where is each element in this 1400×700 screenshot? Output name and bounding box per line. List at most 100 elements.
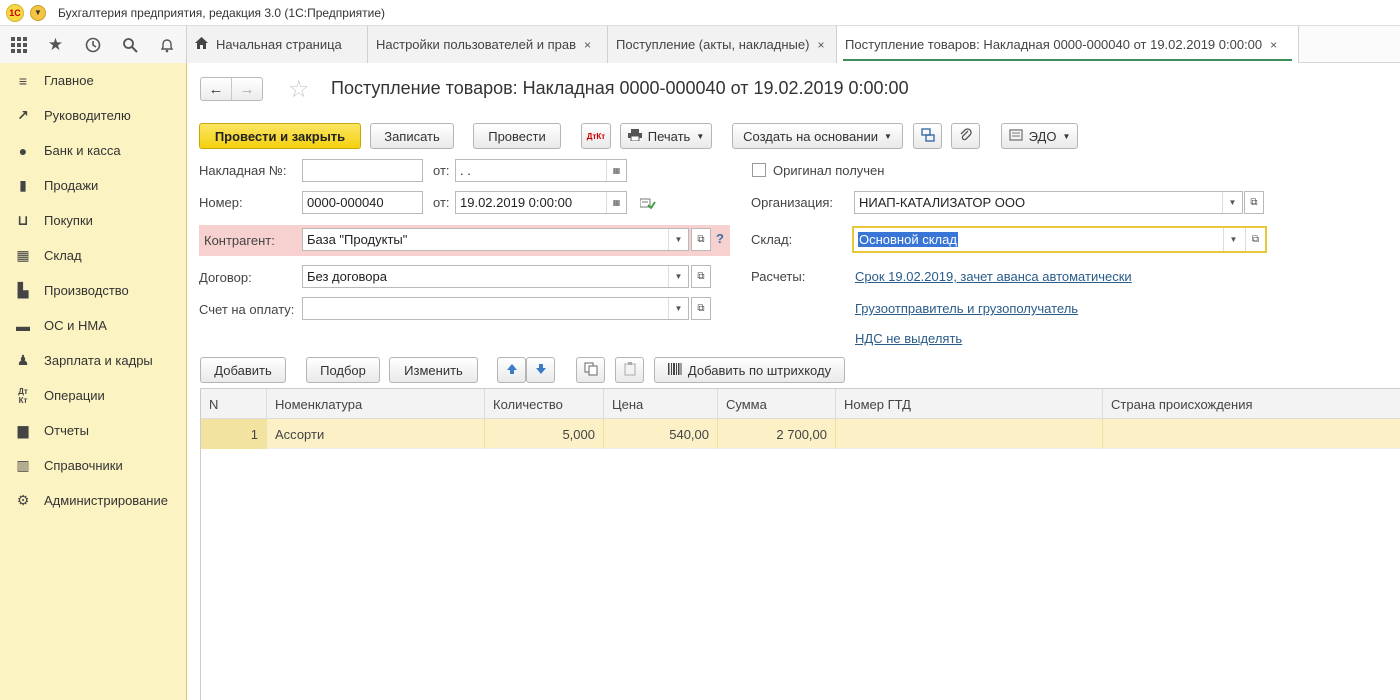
sections-sidebar: ≡ Главное ↗ Руководителю ● Банк и касса ▮ Пр… xyxy=(0,63,187,700)
cell-item[interactable]: Ассорти xyxy=(267,419,485,449)
dt-kt-icon: Дт Кт xyxy=(18,386,28,405)
1c-logo-icon[interactable]: 1С xyxy=(6,3,24,22)
shipper-consignee-link[interactable]: Грузоотправитель и грузополучатель xyxy=(855,301,1078,316)
attach-button[interactable] xyxy=(951,123,980,149)
sidebar-item-operations[interactable]: Дт Кт Операции xyxy=(0,378,186,413)
sidebar-item-admin[interactable]: ⚙ Администрирование xyxy=(0,483,186,518)
sidebar-item-warehouse[interactable]: ▦ Склад xyxy=(0,238,186,273)
chevron-down-icon[interactable]: ▼ xyxy=(668,229,688,250)
open-organization-button[interactable]: ⧉ xyxy=(1244,191,1264,214)
chevron-down-icon[interactable]: ▼ xyxy=(1222,192,1242,213)
structure-button[interactable] xyxy=(913,123,942,149)
move-up-button[interactable] xyxy=(497,357,526,383)
invoice-date-field[interactable]: . . ▦ xyxy=(455,159,627,182)
close-icon[interactable]: × xyxy=(817,38,824,52)
main-menu-icon[interactable]: ▼ xyxy=(30,4,46,21)
top-panel: ★ Начальная страница Настройки пользоват… xyxy=(0,26,1400,63)
column-header-quantity[interactable]: Количество xyxy=(485,389,604,419)
open-invoice-for-payment-button[interactable]: ⧉ xyxy=(691,297,711,320)
column-header-sum[interactable]: Сумма xyxy=(718,389,836,419)
history-icon[interactable] xyxy=(74,26,111,63)
column-header-country[interactable]: Страна происхождения xyxy=(1103,389,1400,419)
chevron-down-icon[interactable]: ▼ xyxy=(668,298,688,319)
close-icon[interactable]: × xyxy=(1270,38,1277,52)
table-row[interactable]: 1 Ассорти 5,000 540,00 2 700,00 xyxy=(201,419,1400,449)
number-field[interactable]: 0000-000040 xyxy=(302,191,423,214)
cell-price[interactable]: 540,00 xyxy=(604,419,718,449)
invoice-number-field[interactable] xyxy=(302,159,423,182)
warehouse-field[interactable]: Основной склад ▼ ⧉ xyxy=(852,226,1267,253)
sidebar-item-label: ОС и НМА xyxy=(44,318,107,333)
person-icon: ♟ xyxy=(16,352,30,368)
add-by-barcode-button[interactable]: Добавить по штрихкоду xyxy=(654,357,845,383)
chevron-down-icon[interactable]: ▼ xyxy=(1223,228,1243,251)
add-row-button[interactable]: Добавить xyxy=(200,357,286,383)
original-received-label: Оригинал получен xyxy=(773,163,885,178)
sidebar-item-reports[interactable]: ▆ Отчеты xyxy=(0,413,186,448)
sidebar-item-sales[interactable]: ▮ Продажи xyxy=(0,168,186,203)
sidebar-item-fixed-assets[interactable]: ▬ ОС и НМА xyxy=(0,308,186,343)
sidebar-item-bank[interactable]: ● Банк и касса xyxy=(0,133,186,168)
open-contract-button[interactable]: ⧉ xyxy=(691,265,711,288)
goods-table: N Номенклатура Количество Цена Сумма Ном… xyxy=(200,388,1400,700)
calendar-icon[interactable]: ▦ xyxy=(606,192,626,213)
column-header-gtd[interactable]: Номер ГТД xyxy=(836,389,1103,419)
cell-sum[interactable]: 2 700,00 xyxy=(718,419,836,449)
move-down-button[interactable] xyxy=(526,357,555,383)
sidebar-item-salary[interactable]: ♟ Зарплата и кадры xyxy=(0,343,186,378)
app-title: Бухгалтерия предприятия, редакция 3.0 (1… xyxy=(58,5,386,20)
copy-row-button[interactable] xyxy=(576,357,605,383)
print-button[interactable]: Печать ▼ xyxy=(620,123,712,149)
sidebar-item-production[interactable]: ▙ Производство xyxy=(0,273,186,308)
favorites-star-icon[interactable]: ★ xyxy=(37,26,74,63)
paste-button[interactable] xyxy=(615,357,644,383)
column-header-item[interactable]: Номенклатура xyxy=(267,389,485,419)
post-and-close-button[interactable]: Провести и закрыть xyxy=(199,123,361,149)
calendar-icon[interactable]: ▦ xyxy=(606,160,626,181)
document-date-field[interactable]: 19.02.2019 0:00:00 ▦ xyxy=(455,191,627,214)
chevron-down-icon[interactable]: ▼ xyxy=(668,266,688,287)
tab-user-settings[interactable]: Настройки пользователей и прав × xyxy=(368,26,608,63)
cell-quantity[interactable]: 5,000 xyxy=(485,419,604,449)
close-icon[interactable]: × xyxy=(584,38,591,52)
notifications-bell-icon[interactable] xyxy=(148,26,185,63)
open-counterparty-button[interactable]: ⧉ xyxy=(691,228,711,251)
create-based-on-button[interactable]: Создать на основании ▼ xyxy=(732,123,903,149)
sidebar-item-purchases[interactable]: ⊔ Покупки xyxy=(0,203,186,238)
pick-button[interactable]: Подбор xyxy=(306,357,380,383)
cell-country[interactable] xyxy=(1103,419,1400,449)
counterparty-field[interactable]: База "Продукты" ▼ xyxy=(302,228,689,251)
column-header-n[interactable]: N xyxy=(201,389,267,419)
warehouse-value: Основной склад xyxy=(858,232,958,247)
favorite-star-icon[interactable]: ☆ xyxy=(288,75,310,104)
cell-gtd[interactable] xyxy=(836,419,1103,449)
contract-field[interactable]: Без договора ▼ xyxy=(302,265,689,288)
change-button[interactable]: Изменить xyxy=(389,357,478,383)
open-warehouse-icon[interactable]: ⧉ xyxy=(1245,228,1265,251)
tab-home[interactable]: Начальная страница xyxy=(187,26,368,63)
sidebar-item-label: Главное xyxy=(44,73,94,88)
forward-arrow-icon[interactable]: → xyxy=(231,78,262,100)
vat-link[interactable]: НДС не выделять xyxy=(855,331,962,346)
invoice-for-payment-field[interactable]: ▼ xyxy=(302,297,689,320)
sidebar-item-manager[interactable]: ↗ Руководителю xyxy=(0,98,186,133)
post-button[interactable]: Провести xyxy=(473,123,561,149)
help-icon[interactable]: ? xyxy=(716,231,724,246)
grid-menu-icon[interactable] xyxy=(0,26,37,63)
original-received-checkbox[interactable] xyxy=(752,163,766,177)
save-button[interactable]: Записать xyxy=(370,123,454,149)
back-arrow-icon[interactable]: ← xyxy=(201,78,231,100)
sidebar-item-references[interactable]: ▥ Справочники xyxy=(0,448,186,483)
tab-receipts-list[interactable]: Поступление (акты, накладные) × xyxy=(608,26,837,63)
copy-icon xyxy=(584,362,598,379)
cell-n[interactable]: 1 xyxy=(201,419,267,449)
organization-field[interactable]: НИАП-КАТАЛИЗАТОР ООО ▼ xyxy=(854,191,1243,214)
search-icon[interactable] xyxy=(111,26,148,63)
column-header-price[interactable]: Цена xyxy=(604,389,718,419)
dt-kt-button[interactable]: ДтКт xyxy=(581,123,611,149)
tab-receipt-document[interactable]: Поступление товаров: Накладная 0000-0000… xyxy=(837,26,1299,63)
sidebar-item-main[interactable]: ≡ Главное xyxy=(0,63,186,98)
settlements-link[interactable]: Срок 19.02.2019, зачет аванса автоматиче… xyxy=(855,269,1132,284)
nav-buttons: ← → xyxy=(200,77,263,101)
edo-button[interactable]: ЭДО ▼ xyxy=(1001,123,1078,149)
